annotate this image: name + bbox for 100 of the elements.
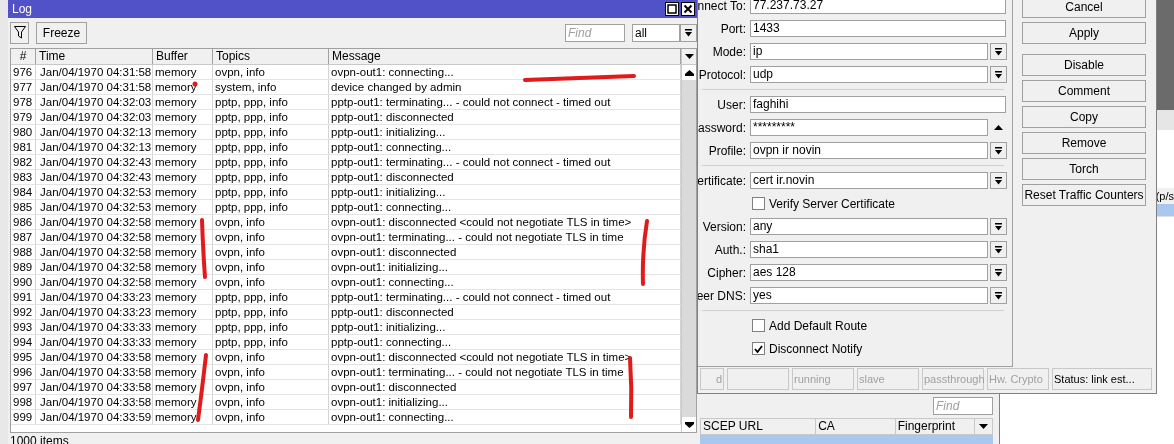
column-header[interactable]: Buffer: [153, 49, 213, 64]
table-cell: ovpn-out1: connecting...: [329, 65, 681, 79]
scroll-down-icon[interactable]: [684, 421, 694, 428]
checkbox[interactable]: [752, 342, 765, 355]
table-cell: pptp, ppp, info: [213, 125, 329, 139]
select-field[interactable]: sha1: [750, 241, 988, 258]
dialog-button[interactable]: Copy: [1022, 106, 1146, 128]
dropdown-icon[interactable]: [994, 146, 1003, 155]
table-cell: 976: [11, 65, 36, 79]
column-header[interactable]: Message: [329, 49, 681, 64]
checkbox[interactable]: [752, 197, 765, 210]
input-field[interactable]: 77.237.73.27: [750, 0, 1006, 14]
table-cell: memory: [153, 245, 213, 259]
table-cell: ovpn-out1: connecting...: [329, 410, 681, 424]
dropdown-icon[interactable]: [994, 245, 1003, 254]
column-header[interactable]: #: [11, 49, 36, 64]
column-header[interactable]: SCEP URL: [701, 419, 817, 434]
table-cell: memory: [153, 215, 213, 229]
status-text: running: [794, 371, 831, 387]
dropdown-button[interactable]: [990, 142, 1007, 159]
dialog-button[interactable]: Torch: [1022, 158, 1146, 180]
table-cell: Jan/04/1970 04:33:23: [36, 290, 153, 304]
dropdown-icon[interactable]: [994, 222, 1003, 231]
checkbox[interactable]: [752, 319, 765, 332]
dialog-button[interactable]: Remove: [1022, 132, 1146, 154]
dropdown-button[interactable]: [990, 66, 1007, 83]
dropdown-icon[interactable]: [994, 70, 1003, 79]
dropdown-button[interactable]: [990, 264, 1007, 281]
window-title: Log: [12, 1, 33, 18]
dropdown-button[interactable]: [990, 241, 1007, 258]
dialog-button[interactable]: Cancel: [1022, 0, 1146, 18]
close-icon[interactable]: [681, 2, 695, 16]
table-cell: Jan/04/1970 04:32:03: [36, 95, 153, 109]
table-cell: Jan/04/1970 04:32:58: [36, 275, 153, 289]
field-label: assword:: [698, 119, 746, 137]
select-field[interactable]: cert ir.novin: [750, 172, 988, 189]
table-cell: Jan/04/1970 04:32:58: [36, 245, 153, 259]
dropdown-button[interactable]: [990, 287, 1007, 304]
dialog-button[interactable]: Disable: [1022, 54, 1146, 76]
select-field[interactable]: ip: [750, 43, 988, 60]
filter-icon[interactable]: [13, 26, 26, 39]
table-cell: 982: [11, 155, 36, 169]
column-header[interactable]: Topics: [213, 49, 329, 64]
restore-icon[interactable]: [665, 2, 679, 16]
scroll-up-icon[interactable]: [684, 69, 694, 76]
table-cell: memory: [153, 110, 213, 124]
dialog-button[interactable]: Reset Traffic Counters: [1022, 184, 1146, 206]
select-field[interactable]: ovpn ir novin: [750, 142, 988, 159]
table-cell: Jan/04/1970 04:33:58: [36, 365, 153, 379]
find-field[interactable]: Find: [933, 397, 993, 415]
select-field[interactable]: aes 128: [750, 264, 988, 281]
dialog-button[interactable]: Apply: [1022, 22, 1146, 44]
table-cell: ovpn, info: [213, 275, 329, 289]
annotation-stroke: [640, 219, 649, 286]
field-label: Mode:: [712, 43, 746, 61]
select-field[interactable]: yes: [750, 287, 988, 304]
table-cell: pptp-out1: connecting...: [329, 335, 681, 349]
table-cell: pptp-out1: initializing...: [329, 320, 681, 334]
find-field[interactable]: Find: [565, 23, 625, 42]
dropdown-icon[interactable]: [979, 424, 989, 429]
annotation-dot: [192, 81, 198, 87]
input-field[interactable]: 1433: [750, 20, 1006, 37]
table-cell: ovpn-out1: disconnected <could not negotiate TLS in time>: [329, 215, 681, 229]
status-cell: [727, 368, 789, 390]
dropdown-icon[interactable]: [684, 54, 694, 59]
input-field[interactable]: faghihi: [750, 96, 1006, 113]
select-field[interactable]: udp: [750, 66, 988, 83]
select-field[interactable]: any: [750, 218, 988, 235]
dropdown-icon[interactable]: [994, 268, 1003, 277]
table-cell: ovpn, info: [213, 215, 329, 229]
column-header[interactable]: Fingerprint: [895, 419, 976, 434]
dropdown-button[interactable]: [990, 172, 1007, 189]
dropdown-button[interactable]: [990, 43, 1007, 60]
dropdown-button[interactable]: [990, 218, 1007, 235]
table-cell: 981: [11, 140, 36, 154]
table-cell: 999: [11, 410, 36, 424]
dropdown-icon[interactable]: [994, 47, 1003, 56]
dropdown-icon[interactable]: [994, 291, 1003, 300]
table-cell: 992: [11, 305, 36, 319]
freeze-button[interactable]: Freeze: [36, 21, 87, 44]
table-cell: pptp, ppp, info: [213, 155, 329, 169]
filter-select[interactable]: all: [632, 23, 680, 42]
dialog-button[interactable]: Comment: [1022, 80, 1146, 102]
status-text: passthrough: [924, 371, 985, 387]
table-cell: 993: [11, 320, 36, 334]
password-field[interactable]: *********: [750, 119, 988, 136]
show-password-icon[interactable]: [994, 125, 1003, 130]
annotation-stroke: [196, 353, 208, 422]
dropdown-icon[interactable]: [994, 176, 1003, 185]
scrollbar[interactable]: [682, 65, 696, 432]
filter-button[interactable]: [10, 21, 29, 44]
table-cell: pptp-out1: connecting...: [329, 140, 681, 154]
table-cell: ovpn, info: [213, 395, 329, 409]
column-menu-button[interactable]: [682, 49, 696, 65]
column-header[interactable]: Time: [36, 49, 153, 64]
table-cell: Jan/04/1970 04:31:58: [36, 65, 153, 79]
table-cell: 978: [11, 95, 36, 109]
dropdown-button[interactable]: [680, 23, 697, 42]
dropdown-icon[interactable]: [684, 28, 693, 37]
column-header[interactable]: CA: [816, 419, 896, 434]
